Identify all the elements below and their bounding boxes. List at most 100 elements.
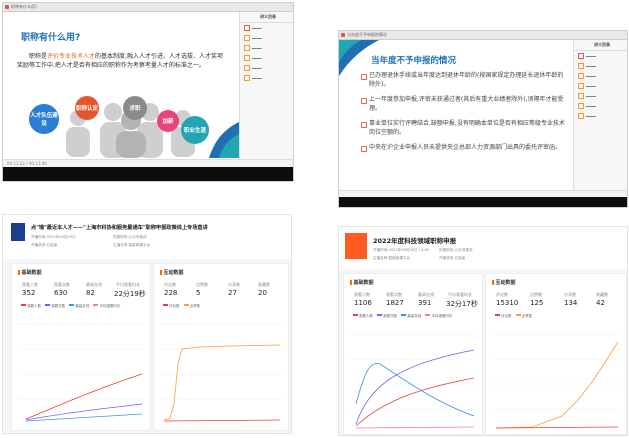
bullet-text: 上一年度参加申报,评审未获通过者(其后有重大业绩者除外),须隔年才能受理。 bbox=[369, 96, 564, 112]
stat-label: 观看人数 bbox=[354, 292, 370, 297]
stats-page-right: 2022年度科技领域职称申报 开播时间:2022年09月28日 14:00 所属… bbox=[338, 226, 628, 436]
basic-data-card: 基础数据 观看人数 观看次数 最高在线 平均观看时长 352 630 82 22… bbox=[11, 263, 151, 431]
stat-label: 收藏数 bbox=[258, 282, 270, 287]
bullet-icon bbox=[361, 122, 367, 128]
stats-header: 点"墙"最近本人才——"上海市科协和服务最通车"职称申报政策线上专场直讲 开播时… bbox=[3, 215, 291, 259]
cover-thumbnail bbox=[345, 233, 367, 259]
paragraph-pre: 职称是 bbox=[29, 53, 48, 60]
stat-value: 1827 bbox=[386, 299, 404, 307]
chapter-icon bbox=[244, 35, 250, 41]
stat-value: 20 bbox=[258, 289, 267, 297]
meta-status: 开播状态:已结束 bbox=[439, 256, 466, 260]
taskbar bbox=[339, 197, 627, 207]
stat-label: 最高在线 bbox=[86, 282, 102, 287]
stat-label: 评论数 bbox=[164, 282, 176, 287]
stats-page-left: 点"墙"最近本人才——"上海市科协和服务最通车"职称申报政策线上专场直讲 开播时… bbox=[2, 214, 292, 434]
stat-value: 32分17秒 bbox=[446, 300, 478, 308]
chart-legend: 观看人数 观看次数 最高在线 平均观看时长 bbox=[18, 304, 120, 309]
sidebar-item[interactable]: ━━━━ bbox=[574, 91, 627, 101]
interaction-line-chart bbox=[160, 323, 282, 422]
stat-label: 平均观看时长 bbox=[448, 292, 472, 297]
stat-label: 点赞数 bbox=[196, 282, 208, 287]
stat-value: 42 bbox=[596, 299, 605, 307]
chart-legend: 观看人数 观看次数 最高在线 平均观看时长 bbox=[350, 314, 452, 319]
series-line bbox=[355, 362, 475, 417]
sidebar-item[interactable]: ━━━━ bbox=[574, 101, 627, 111]
circle-job-seeking: 求职 bbox=[123, 96, 147, 120]
series-line bbox=[495, 341, 619, 429]
legend-item: 点赞数 bbox=[189, 304, 201, 308]
chapter-icon bbox=[578, 93, 584, 99]
window-title: 职称有什么用? bbox=[11, 4, 38, 9]
legend-item: 点赞数 bbox=[521, 314, 533, 318]
meta-host: 主播名称:智能网课平台 bbox=[113, 243, 151, 247]
series-line bbox=[25, 373, 143, 420]
app-icon bbox=[5, 5, 9, 9]
legend-item: 评论数 bbox=[501, 314, 512, 318]
series-line bbox=[25, 413, 143, 422]
sidebar-item[interactable]: ━━━━ bbox=[240, 63, 293, 73]
stat-label: 观看人数 bbox=[22, 282, 38, 287]
sidebar-item[interactable]: ━━━━ bbox=[574, 51, 627, 61]
chart-legend: 评论数 点赞数 bbox=[492, 314, 532, 319]
sidebar-item[interactable]: ━━━━ bbox=[240, 73, 293, 83]
legend-item: 观看人数 bbox=[359, 314, 373, 318]
sidebar-item[interactable]: ━━━━ bbox=[574, 71, 627, 81]
sidebar-item[interactable]: ━━━━ bbox=[240, 43, 293, 53]
sidebar-item[interactable]: ━━━━ bbox=[574, 81, 627, 91]
stat-label: 平均观看时长 bbox=[116, 282, 140, 287]
bullet-text: 中央在沪企业申报人员未提供央企总部人力资源部门出具的委托评审函。 bbox=[369, 144, 562, 151]
stat-value: 134 bbox=[564, 299, 578, 307]
interaction-data-card: 互动数据 评论数 点赞数 分享数 收藏数 228 5 27 20 评论数 点赞数 bbox=[153, 263, 289, 431]
meta-org: 所属机构:公众号推送 bbox=[439, 248, 473, 252]
chapter-icon bbox=[578, 103, 584, 109]
sidebar-tab[interactable]: 讲义目录 bbox=[574, 40, 627, 51]
window-top-left: 职称有什么用? 职称有什么用? 职称是评价专业技术人才的基本制度,融入人才引进、… bbox=[2, 2, 294, 182]
slide-paragraph: 职称是评价专业技术人才的基本制度,融入人才引进、人才选拔、人才奖项奖励等工作中,… bbox=[17, 52, 227, 70]
bullet-icon bbox=[361, 146, 367, 152]
interaction-line-chart bbox=[492, 333, 620, 429]
stat-label: 分享数 bbox=[564, 292, 576, 297]
slide: 职称有什么用? 职称是评价专业技术人才的基本制度,融入人才引进、人才选拔、人才奖… bbox=[3, 12, 239, 158]
slide-title: 职称有什么用? bbox=[21, 33, 81, 43]
stats-header: 2022年度科技领域职称申报 开播时间:2022年09月28日 14:00 所属… bbox=[339, 227, 627, 269]
circle-team-building: 人才队伍建设 bbox=[29, 104, 59, 134]
stat-label: 点赞数 bbox=[530, 292, 542, 297]
chapter-icon bbox=[578, 73, 584, 79]
stat-value: 15310 bbox=[496, 299, 519, 307]
legend-item: 评论数 bbox=[169, 304, 180, 308]
circle-career: 职业生涯 bbox=[181, 116, 209, 144]
series-line bbox=[355, 377, 475, 427]
sidebar-tab[interactable]: 讲义目录 bbox=[240, 12, 293, 23]
chapter-icon bbox=[244, 75, 250, 81]
sidebar-item[interactable]: ━━━━ bbox=[240, 33, 293, 43]
sidebar-item[interactable]: ━━━━ bbox=[240, 53, 293, 63]
sidebar-item[interactable]: ━━━━ bbox=[240, 23, 293, 33]
legend-item: 最高在线 bbox=[75, 304, 90, 308]
cover-thumbnail bbox=[11, 223, 25, 241]
series-line bbox=[163, 419, 281, 422]
legend-item: 观看次数 bbox=[383, 314, 398, 318]
basic-line-chart bbox=[350, 333, 476, 429]
chapter-icon bbox=[578, 53, 584, 59]
meta-start-time: 开播时间:2022年09月28日 14:00 bbox=[373, 248, 430, 252]
sidebar-item[interactable]: ━━━━ bbox=[574, 61, 627, 71]
stat-value: 22分19秒 bbox=[114, 290, 146, 298]
chapter-icon bbox=[244, 55, 250, 61]
stat-value: 391 bbox=[418, 299, 432, 307]
series-line bbox=[355, 426, 475, 429]
series-line bbox=[163, 344, 281, 421]
stat-label: 评论数 bbox=[496, 292, 508, 297]
sidebar-item[interactable]: ━━━━ bbox=[574, 111, 627, 121]
stat-value: 228 bbox=[164, 289, 178, 297]
legend-item: 观看人数 bbox=[27, 304, 41, 308]
stat-value: 27 bbox=[228, 289, 237, 297]
stat-label: 观看次数 bbox=[54, 282, 70, 287]
stat-value: 125 bbox=[530, 299, 544, 307]
stat-value: 5 bbox=[196, 289, 201, 297]
chapter-icon bbox=[244, 25, 250, 31]
player-controls[interactable]: 00:11:22 / 00:13:40 bbox=[3, 159, 293, 167]
live-title: 2022年度科技领域职称申报 bbox=[373, 237, 457, 245]
app-icon bbox=[341, 33, 345, 37]
meta-host: 主播名称:智能网课平台 bbox=[373, 256, 411, 260]
